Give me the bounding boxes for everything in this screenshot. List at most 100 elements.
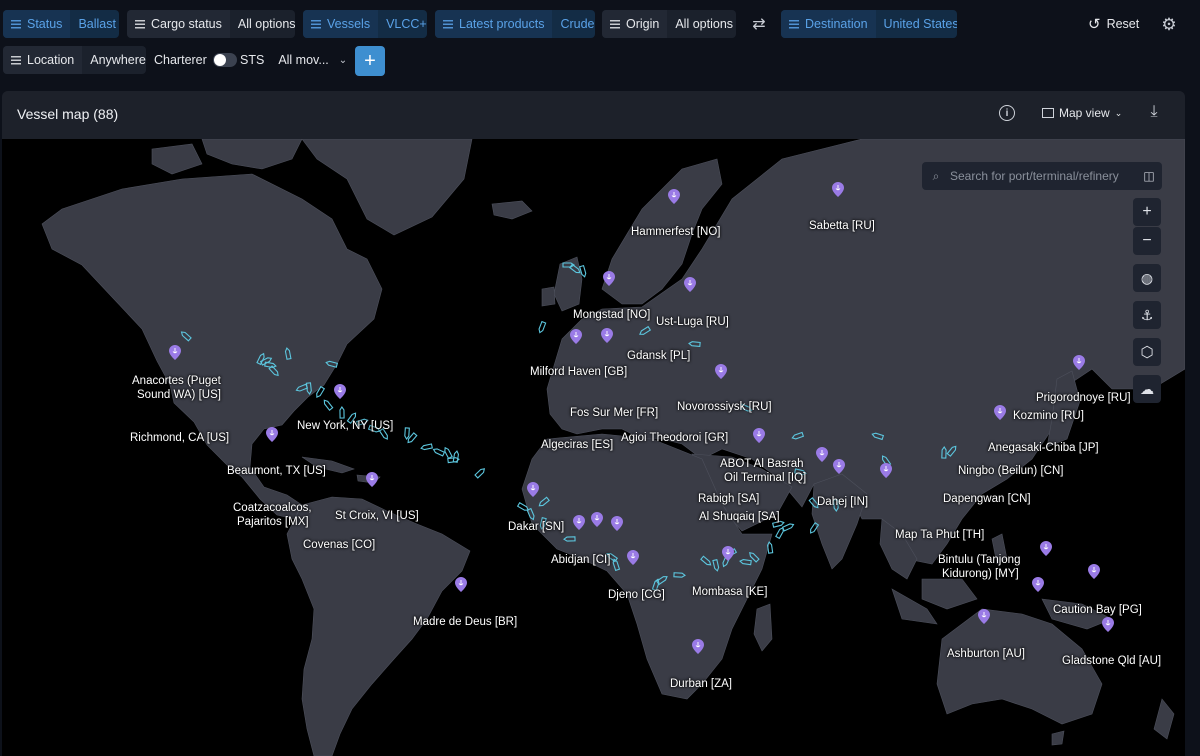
- vessel-icon[interactable]: [180, 330, 192, 342]
- port-label[interactable]: New York, NY [US]: [297, 419, 393, 433]
- port-label[interactable]: Ningbo (Beilun) [CN]: [958, 464, 1063, 478]
- vessel-icon[interactable]: [871, 432, 885, 441]
- port-pin-icon[interactable]: [994, 405, 1006, 420]
- port-pin-icon[interactable]: [169, 345, 181, 360]
- port-label[interactable]: Rabigh [SA]: [698, 492, 759, 506]
- port-label[interactable]: Djeno [CG]: [608, 588, 665, 602]
- vessel-icon[interactable]: [673, 572, 686, 578]
- vessel-icon[interactable]: [739, 559, 752, 566]
- port-label[interactable]: Covenas [CO]: [303, 538, 375, 552]
- vessel-icon[interactable]: [712, 559, 720, 572]
- vessel-icon[interactable]: [569, 263, 581, 274]
- port-label[interactable]: Mongstad [NO]: [573, 308, 650, 322]
- weather-icon[interactable]: ☁: [1133, 375, 1161, 403]
- vessel-icon[interactable]: [538, 496, 550, 507]
- port-search-input[interactable]: [950, 169, 1136, 183]
- port-search[interactable]: ⌕ ◫: [922, 162, 1162, 190]
- port-label[interactable]: Sabetta [RU]: [809, 219, 875, 233]
- port-label[interactable]: Coatzacoalcos,: [233, 501, 312, 515]
- port-pin-icon[interactable]: [832, 182, 844, 197]
- port-pin-icon[interactable]: [603, 271, 615, 286]
- port-pin-icon[interactable]: [1040, 541, 1052, 556]
- vessel-icon[interactable]: [407, 432, 418, 444]
- vessel-icon[interactable]: [579, 264, 587, 278]
- port-pin-icon[interactable]: [601, 328, 613, 343]
- port-pin-icon[interactable]: [1032, 577, 1044, 592]
- vessel-icon[interactable]: [315, 385, 326, 398]
- port-label[interactable]: Milford Haven [GB]: [530, 365, 627, 379]
- vessel-icon[interactable]: [538, 320, 547, 334]
- port-label[interactable]: Bintulu (Tanjong: [938, 553, 1020, 567]
- port-pin-icon[interactable]: [627, 550, 639, 565]
- port-label[interactable]: Madre de Deus [BR]: [413, 615, 517, 629]
- port-label[interactable]: Caution Bay [PG]: [1053, 603, 1142, 617]
- port-pin-icon[interactable]: [978, 609, 990, 624]
- vessel-icon[interactable]: [781, 523, 795, 532]
- world-map[interactable]: Hammerfest [NO] Sabetta [RU] Mongstad [NO]…: [2, 139, 1185, 756]
- port-label[interactable]: Pajaritos [MX]: [237, 515, 309, 529]
- anchor-icon[interactable]: ⚓: [1133, 301, 1161, 329]
- sts-filter[interactable]: STS All mov... ⌄: [240, 46, 347, 74]
- vessel-icon[interactable]: [946, 445, 957, 457]
- port-label[interactable]: Sound WA) [US]: [137, 388, 221, 402]
- port-label[interactable]: Oil Terminal [IQ]: [724, 471, 806, 485]
- port-pin-icon[interactable]: [833, 459, 845, 474]
- info-icon[interactable]: i: [999, 105, 1015, 121]
- port-label[interactable]: Agioi Theodoroi [GR]: [621, 431, 728, 445]
- vessel-icon[interactable]: [268, 365, 279, 377]
- charterer-toggle[interactable]: Charterer: [154, 46, 245, 74]
- port-label[interactable]: Map Ta Phut [TH]: [895, 528, 984, 542]
- vessel-icon[interactable]: [767, 541, 774, 554]
- vessel-icon[interactable]: [688, 341, 701, 348]
- gear-icon[interactable]: ⚙: [1158, 14, 1180, 36]
- reset-button[interactable]: ↺ Reset: [1088, 10, 1139, 38]
- port-pin-icon[interactable]: [1073, 355, 1085, 370]
- vessel-icon[interactable]: [791, 431, 805, 440]
- vessel-icon[interactable]: [941, 446, 947, 459]
- port-label[interactable]: Fos Sur Mer [FR]: [570, 406, 658, 420]
- port-label[interactable]: St Croix, VI [US]: [335, 509, 419, 523]
- port-label[interactable]: Richmond, CA [US]: [130, 431, 229, 445]
- port-pin-icon[interactable]: [880, 463, 892, 478]
- port-pin-icon[interactable]: [692, 639, 704, 654]
- port-pin-icon[interactable]: [266, 427, 278, 442]
- origin-filter[interactable]: Origin All options: [602, 10, 736, 38]
- vessels-filter[interactable]: Vessels VLCC+: [303, 10, 427, 38]
- vessel-icon[interactable]: [259, 356, 273, 366]
- latest-products-filter[interactable]: Latest products Crude: [435, 10, 595, 38]
- charterer-switch[interactable]: [212, 53, 237, 67]
- port-label[interactable]: Dakar [SN]: [508, 520, 564, 534]
- port-pin-icon[interactable]: [668, 189, 680, 204]
- port-pin-icon[interactable]: [722, 546, 734, 561]
- port-label[interactable]: Dapengwan [CN]: [943, 492, 1031, 506]
- vessel-icon[interactable]: [809, 521, 820, 534]
- port-pin-icon[interactable]: [527, 482, 539, 497]
- port-label[interactable]: Durban [ZA]: [670, 677, 732, 691]
- vessel-icon[interactable]: [325, 360, 339, 368]
- port-pin-icon[interactable]: [1088, 564, 1100, 579]
- cargo-status-filter[interactable]: Cargo status All options: [127, 10, 295, 38]
- port-label[interactable]: Anacortes (Puget: [132, 374, 221, 388]
- port-label[interactable]: Kozmino [RU]: [1013, 409, 1084, 423]
- swap-icon[interactable]: ⇄: [748, 14, 770, 34]
- port-label[interactable]: Al Shuqaiq [SA]: [699, 510, 780, 524]
- port-label[interactable]: Algeciras [ES]: [541, 438, 613, 452]
- port-pin-icon[interactable]: [573, 515, 585, 530]
- globe-icon[interactable]: ◍: [1133, 264, 1161, 292]
- port-label[interactable]: Ust-Luga [RU]: [656, 315, 729, 329]
- vessel-icon[interactable]: [420, 443, 433, 451]
- download-icon[interactable]: ⤓: [1146, 103, 1162, 123]
- vessel-icon[interactable]: [339, 406, 345, 419]
- port-pin-icon[interactable]: [334, 384, 346, 399]
- vessel-icon[interactable]: [612, 558, 621, 572]
- port-label[interactable]: Hammerfest [NO]: [631, 225, 720, 239]
- polygon-icon[interactable]: ⬡: [1133, 338, 1161, 366]
- vessel-icon[interactable]: [655, 575, 668, 586]
- port-pin-icon[interactable]: [684, 277, 696, 292]
- port-label[interactable]: Gladstone Qld [AU]: [1062, 654, 1161, 668]
- port-label[interactable]: Dahej [IN]: [817, 495, 868, 509]
- port-pin-icon[interactable]: [1102, 617, 1114, 632]
- add-filter-button[interactable]: +: [355, 46, 385, 76]
- zoom-in-button[interactable]: +: [1133, 198, 1161, 226]
- destination-filter[interactable]: Destination United States: [781, 10, 957, 38]
